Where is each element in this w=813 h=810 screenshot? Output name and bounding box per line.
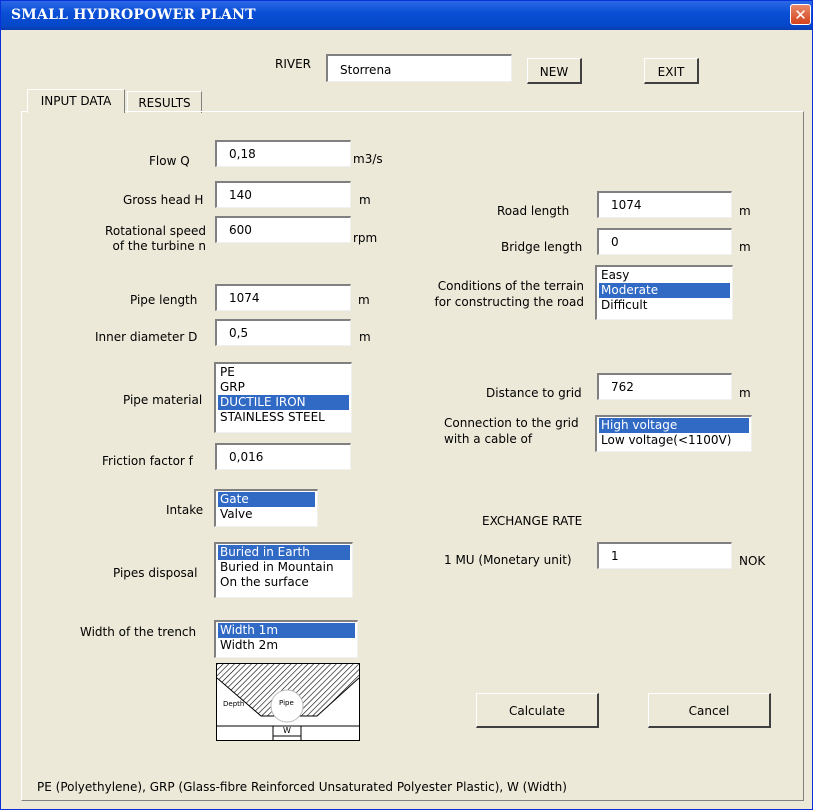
exchange-rate-input[interactable]: 1 xyxy=(597,542,732,569)
bridge-length-input[interactable]: 0 xyxy=(597,228,732,255)
close-icon[interactable]: ✕ xyxy=(790,4,811,25)
app-window: SMALL HYDROPOWER PLANT ✕ RIVER Storrena … xyxy=(0,0,813,810)
flow-label: Flow Q xyxy=(149,154,190,168)
road-length-label: Road length xyxy=(497,204,570,218)
window-title: SMALL HYDROPOWER PLANT xyxy=(11,7,256,23)
calculate-button[interactable]: Calculate xyxy=(476,693,599,728)
list-item-selected[interactable]: Moderate xyxy=(599,283,730,298)
grid-connection-label-1: Connection to the grid xyxy=(444,416,579,430)
new-button[interactable]: NEW xyxy=(527,58,582,84)
list-item[interactable]: Buried in Mountain xyxy=(218,560,350,575)
exchange-rate-label: 1 MU (Monetary unit) xyxy=(444,553,572,567)
river-input[interactable]: Storrena xyxy=(326,54,512,82)
grid-connection-list[interactable]: High voltage Low voltage(<1100V) xyxy=(595,415,752,452)
list-item-selected[interactable]: Gate xyxy=(218,492,315,507)
diagram-depth-label: Depth xyxy=(223,700,245,708)
exit-button[interactable]: EXIT xyxy=(644,58,699,84)
trench-diagram: Depth Pipe W xyxy=(216,663,360,741)
grid-connection-label-2: with a cable of xyxy=(444,432,533,446)
tab-results[interactable]: RESULTS xyxy=(127,91,202,113)
list-item[interactable]: Difficult xyxy=(599,298,730,313)
footer-note: PE (Polyethylene), GRP (Glass-fibre Rein… xyxy=(37,780,567,794)
friction-label: Friction factor f xyxy=(102,454,193,468)
list-item[interactable]: Low voltage(<1100V) xyxy=(599,433,749,448)
diagram-pipe-label: Pipe xyxy=(279,699,294,707)
intake-label: Intake xyxy=(166,503,204,517)
distance-grid-input[interactable]: 762 xyxy=(597,373,732,400)
rot-speed-unit: rpm xyxy=(353,231,378,245)
list-item-selected[interactable]: DUCTILE IRON xyxy=(218,395,349,410)
pipes-disposal-label: Pipes disposal xyxy=(113,566,198,580)
distance-grid-unit: m xyxy=(739,386,751,400)
pipe-material-list[interactable]: PE GRP DUCTILE IRON STAINLESS STEEL xyxy=(214,362,352,433)
list-item-selected[interactable]: Buried in Earth xyxy=(218,545,350,560)
distance-grid-label: Distance to grid xyxy=(486,386,582,400)
terrain-label-2: for constructing the road xyxy=(434,295,584,309)
river-label: RIVER xyxy=(275,57,312,71)
list-item[interactable]: Width 2m xyxy=(218,638,355,653)
road-length-unit: m xyxy=(739,204,751,218)
friction-input[interactable]: 0,016 xyxy=(215,443,351,470)
flow-unit: m3/s xyxy=(353,152,383,166)
inner-diameter-label: Inner diameter D xyxy=(95,330,198,344)
bridge-length-label: Bridge length xyxy=(501,240,583,254)
pipe-material-label: Pipe material xyxy=(123,393,203,407)
gross-head-input[interactable]: 140 xyxy=(215,181,351,208)
pipes-disposal-list[interactable]: Buried in Earth Buried in Mountain On th… xyxy=(214,542,353,598)
inner-diameter-unit: m xyxy=(359,330,371,344)
gross-head-unit: m xyxy=(359,193,371,207)
rot-speed-label-2: of the turbine n xyxy=(112,239,207,253)
list-item[interactable]: GRP xyxy=(218,380,349,395)
terrain-label-1: Conditions of the terrain xyxy=(437,279,584,293)
exchange-rate-heading: EXCHANGE RATE xyxy=(482,514,583,528)
terrain-list[interactable]: Easy Moderate Difficult xyxy=(595,265,733,320)
tab-input-data[interactable]: INPUT DATA xyxy=(27,89,125,113)
flow-input[interactable]: 0,18 xyxy=(215,140,351,167)
pipe-length-unit: m xyxy=(358,293,370,307)
inner-diameter-input[interactable]: 0,5 xyxy=(215,319,351,346)
road-length-input[interactable]: 1074 xyxy=(597,191,732,218)
list-item[interactable]: Valve xyxy=(218,507,315,522)
list-item[interactable]: Easy xyxy=(599,268,730,283)
list-item[interactable]: PE xyxy=(218,365,349,380)
pipe-length-label: Pipe length xyxy=(130,293,198,307)
diagram-w-label: W xyxy=(283,726,291,735)
gross-head-label: Gross head H xyxy=(123,193,204,207)
pipe-length-input[interactable]: 1074 xyxy=(215,284,351,311)
list-item-selected[interactable]: Width 1m xyxy=(218,623,355,638)
bridge-length-unit: m xyxy=(739,240,751,254)
rot-speed-label-1: Rotational speed xyxy=(105,224,206,238)
rot-speed-input[interactable]: 600 xyxy=(215,216,351,243)
cancel-button[interactable]: Cancel xyxy=(648,693,771,728)
list-item-selected[interactable]: High voltage xyxy=(599,418,749,433)
trench-width-label: Width of the trench xyxy=(80,625,197,639)
trench-width-list[interactable]: Width 1m Width 2m xyxy=(214,620,358,658)
exchange-rate-unit: NOK xyxy=(739,554,766,568)
list-item[interactable]: On the surface xyxy=(218,575,350,590)
list-item[interactable]: STAINLESS STEEL xyxy=(218,410,349,425)
title-bar: SMALL HYDROPOWER PLANT ✕ xyxy=(1,1,812,30)
intake-list[interactable]: Gate Valve xyxy=(214,489,318,527)
